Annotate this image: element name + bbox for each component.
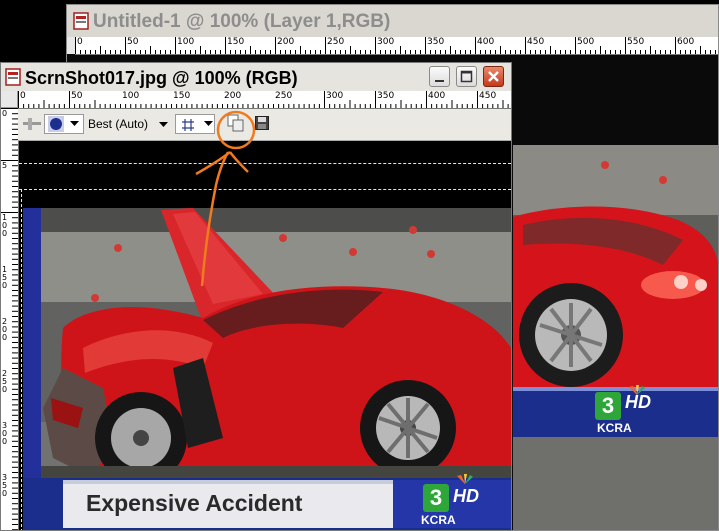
channel-logo-number: 3 (595, 392, 621, 420)
front-window-title: ScrnShot017.jpg @ 100% (RGB) (25, 68, 298, 88)
ruler-label: 250 (275, 91, 293, 101)
document-icon (73, 12, 89, 30)
ruler-label: 200 (277, 37, 295, 47)
peacock-icon (457, 474, 473, 484)
back-window-title: Untitled-1 @ 100% (Layer 1,RGB) (93, 11, 391, 32)
peacock-icon (629, 385, 645, 395)
marquee-selection-top (19, 163, 511, 164)
ruler-label: 450 (527, 37, 545, 47)
copy-icon[interactable] (227, 114, 245, 132)
ruler-corner (1, 91, 18, 108)
close-icon (488, 71, 499, 82)
ruler-label: 400 (477, 37, 495, 47)
back-window-titlebar[interactable]: Untitled-1 @ 100% (Layer 1,RGB) (67, 5, 718, 38)
ruler-label: 400 (428, 91, 446, 101)
ruler-label: 550 (627, 37, 645, 47)
grid-dropdown[interactable] (175, 114, 215, 134)
grip-handle-icon[interactable] (23, 117, 41, 131)
ruler-label: 50 (127, 37, 139, 47)
close-button[interactable] (483, 66, 504, 87)
chevron-down-icon (70, 121, 79, 126)
chevron-down-icon (204, 121, 213, 126)
ruler-label: 300 (2, 421, 8, 446)
ruler-label: 300 (377, 37, 395, 47)
maximize-icon (460, 70, 473, 83)
ruler-label: 500 (577, 37, 595, 47)
ruler-label: 0 (77, 37, 83, 47)
ruler-label: 350 (2, 473, 8, 498)
station-call-letters: KCRA (421, 513, 456, 527)
ruler-label: 200 (224, 91, 242, 101)
image-canvas[interactable]: Expensive Accident 3 HD KCRA (19, 141, 511, 530)
hd-logo: HD (625, 392, 651, 412)
channel-logo-number: 3 (423, 484, 449, 512)
ruler-label: 100 (2, 213, 8, 238)
marquee-selection-left (21, 189, 22, 530)
ruler-label: 0 (20, 91, 26, 101)
quality-select[interactable]: Best (Auto) (88, 117, 148, 131)
ruler-label: 150 (2, 265, 8, 290)
hd-logo: HD (453, 486, 479, 506)
ruler-label: 300 (326, 91, 344, 101)
grid-icon (182, 119, 194, 131)
vertical-ruler: 0 5 100 150 200 250 300 350 (1, 108, 19, 530)
ruler-label: 50 (71, 91, 83, 101)
front-document-window[interactable]: ScrnShot017.jpg @ 100% (RGB) 0 50 100 150 20… (0, 62, 512, 531)
ferrari-image-crop (513, 145, 718, 530)
ruler-label: 250 (2, 369, 8, 394)
ruler-label: 250 (327, 37, 345, 47)
station-call-letters: KCRA (597, 421, 632, 435)
ruler-label: 100 (177, 37, 195, 47)
minimize-button[interactable] (429, 66, 450, 87)
ruler-label: 450 (479, 91, 497, 101)
image-toolbar: Best (Auto) (18, 109, 511, 141)
minimize-icon (435, 80, 444, 82)
ruler-label: 350 (427, 37, 445, 47)
chevron-down-icon[interactable] (159, 122, 168, 128)
color-circle-icon (48, 116, 64, 132)
horizontal-ruler: 0 50 100 150 200 250 300 350 400 450 (18, 91, 511, 109)
ferrari-photo: Expensive Accident 3 HD KCRA (23, 208, 511, 530)
front-window-titlebar[interactable]: ScrnShot017.jpg @ 100% (RGB) (1, 63, 511, 91)
marquee-selection-bottom (19, 189, 511, 190)
ruler-label: 0 (2, 109, 8, 118)
ruler-label: 100 (122, 91, 140, 101)
color-mode-dropdown[interactable] (44, 114, 84, 134)
ruler-label: 150 (173, 91, 191, 101)
ruler-label: 150 (227, 37, 245, 47)
ruler-label: 200 (2, 317, 8, 342)
horizontal-ruler: 050100150200250300350400450500550600650 (75, 37, 718, 55)
back-canvas-image: 3 HD KCRA (513, 145, 718, 530)
ferrari-crash-image (23, 208, 511, 530)
ruler-ticks (75, 37, 716, 54)
maximize-button[interactable] (456, 66, 477, 87)
save-icon[interactable] (255, 116, 269, 130)
news-caption: Expensive Accident (86, 490, 303, 516)
ruler-label: 350 (377, 91, 395, 101)
ruler-label: 600 (677, 37, 695, 47)
document-icon (5, 68, 21, 86)
ruler-label: 5 (2, 161, 8, 170)
